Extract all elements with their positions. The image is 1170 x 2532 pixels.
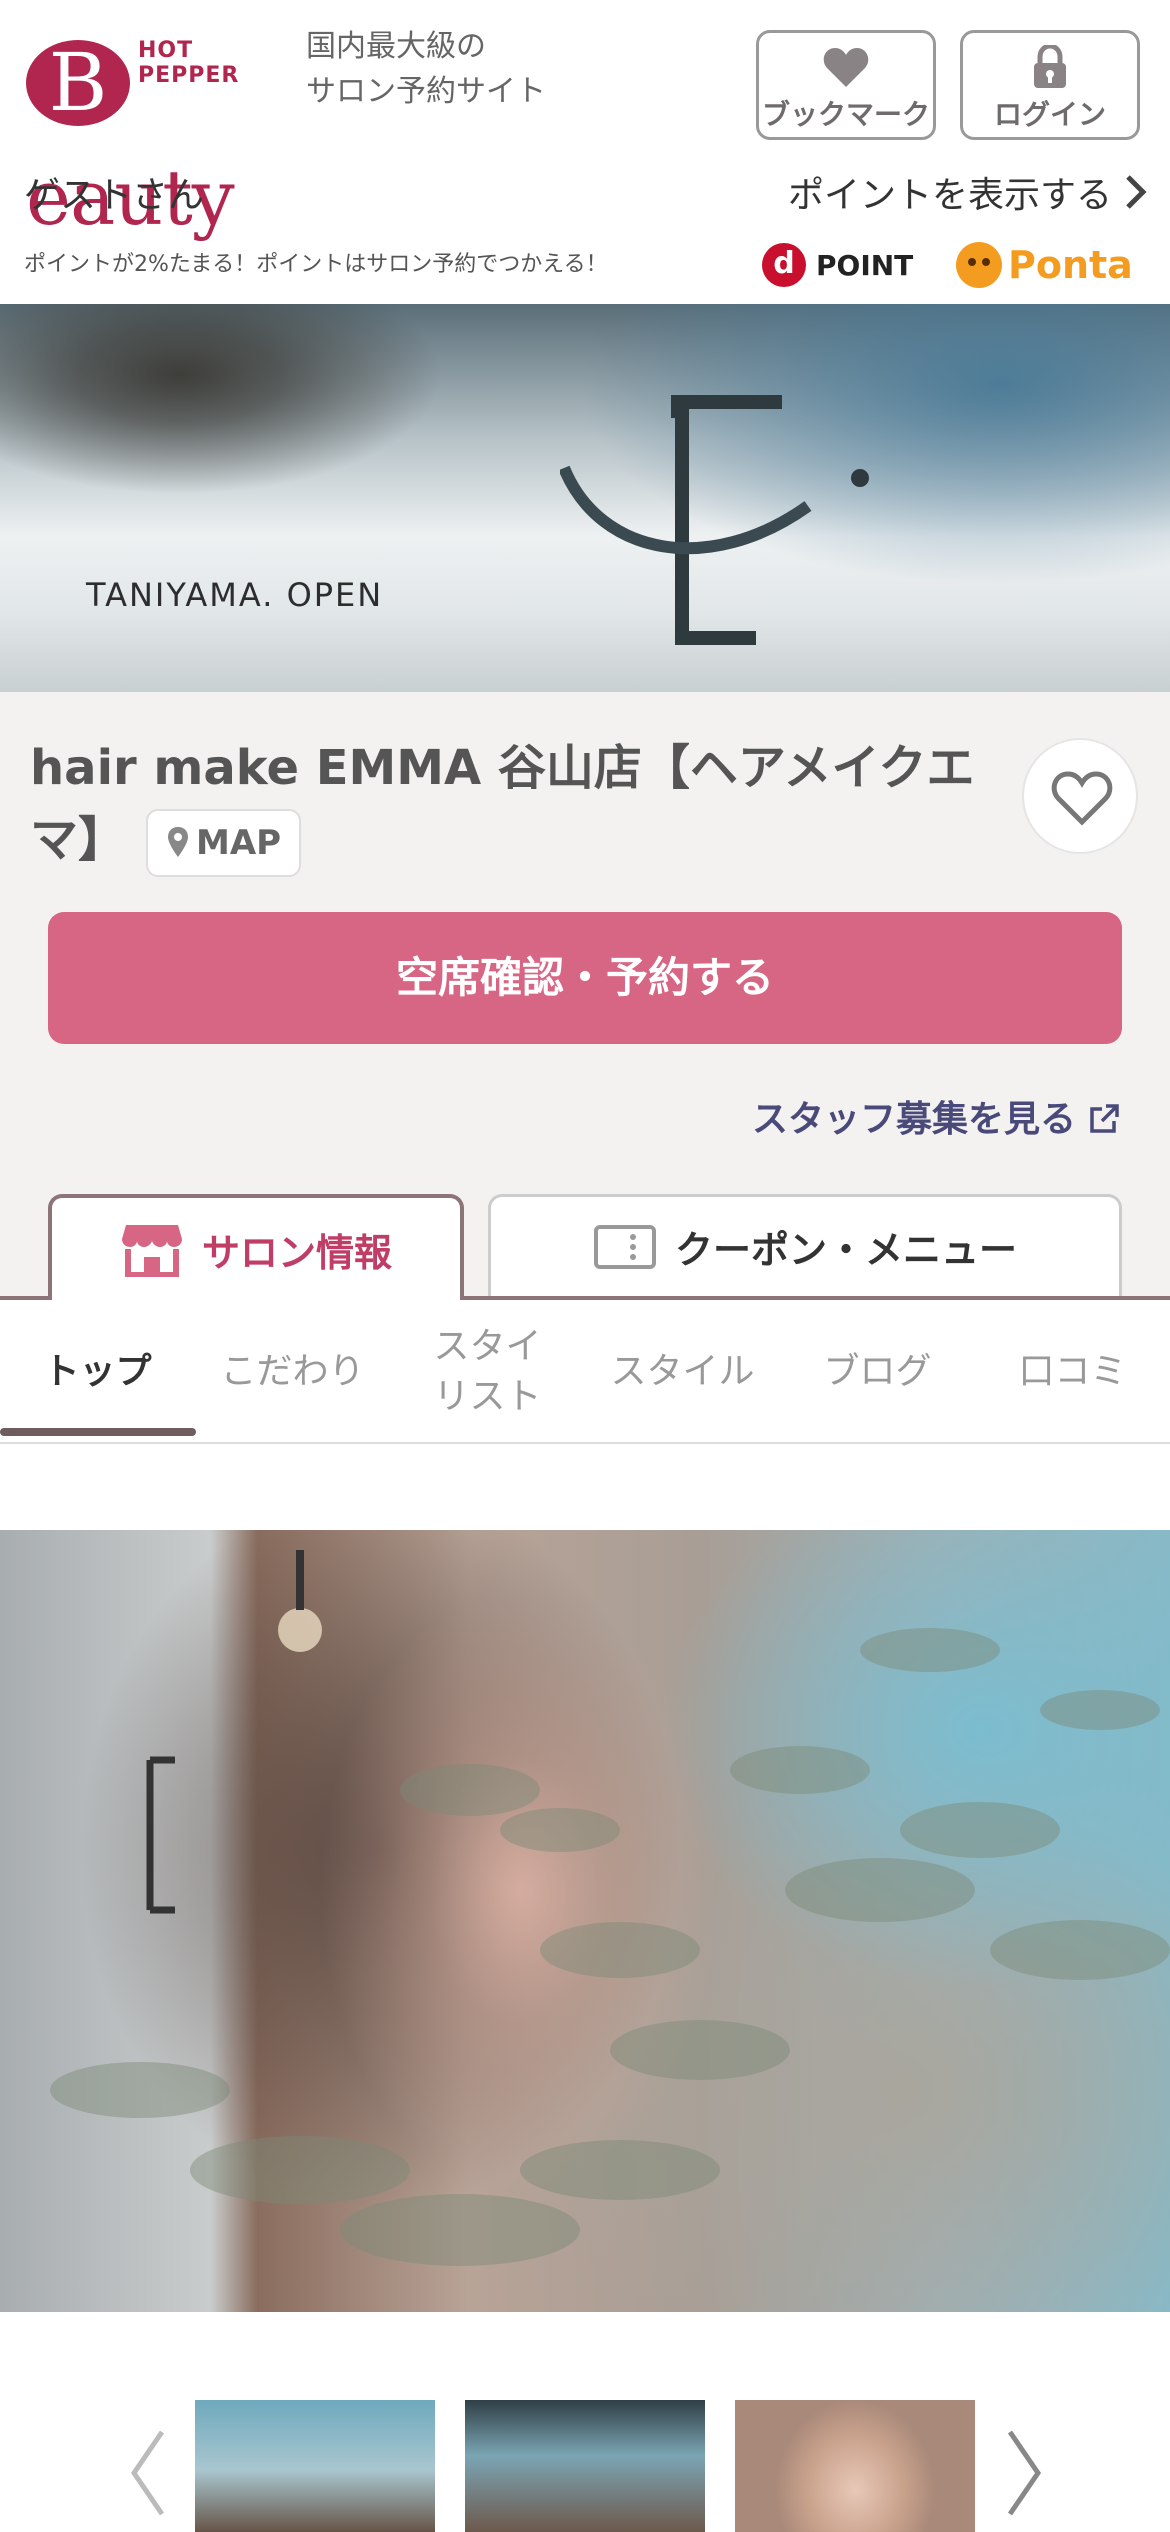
- subnav-stylist-label: スタイリスト: [433, 1326, 542, 1417]
- login-button[interactable]: ログイン: [960, 30, 1140, 140]
- tab-salon-info[interactable]: サロン情報: [48, 1194, 464, 1300]
- bookmark-label: ブックマーク: [761, 98, 930, 131]
- hotpepper-beauty-logo[interactable]: Beauty HOT PEPPER: [26, 34, 296, 242]
- store-icon: [121, 1225, 182, 1277]
- tagline-line-1: 国内最大級の: [306, 29, 486, 64]
- show-points-link[interactable]: ポイントを表示する: [788, 166, 1112, 218]
- chevron-right-icon[interactable]: [1124, 174, 1148, 210]
- photo-gallery-strip: [0, 2372, 1170, 2532]
- guest-greeting: ゲストさん: [24, 175, 205, 216]
- ponta-text: Ponta: [1008, 243, 1133, 287]
- tagline-line-2: サロン予約サイト: [306, 74, 546, 109]
- subnav-blog-label: ブログ: [823, 1351, 932, 1392]
- site-tagline: 国内最大級の サロン予約サイト: [306, 24, 546, 114]
- login-label: ログイン: [993, 98, 1106, 131]
- salon-name-heading: hair make EMMA 谷山店【ヘアメイクエマ】 MAP: [30, 732, 980, 877]
- ponta-face-icon: [956, 242, 1002, 288]
- gallery-thumbnail[interactable]: [465, 2400, 705, 2532]
- map-button[interactable]: MAP: [146, 809, 302, 877]
- points-promo-text: ポイントが2%たまる！ポイントはサロン予約でつかえる！: [24, 252, 608, 277]
- ponta-logo: Ponta: [956, 238, 1133, 292]
- bookmark-button[interactable]: ブックマーク: [756, 30, 936, 140]
- map-label: MAP: [196, 823, 282, 863]
- subnav-active-indicator: [0, 1428, 196, 1436]
- lock-icon: [1034, 45, 1066, 88]
- reserve-button[interactable]: 空席確認・予約する: [48, 912, 1122, 1044]
- staff-recruit-label: スタッフ募集を見る: [751, 1099, 1076, 1140]
- heart-outline-icon: [1051, 771, 1113, 826]
- banner-caption: TANIYAMA. OPEN: [86, 576, 384, 614]
- subnav-top[interactable]: トップ: [0, 1300, 195, 1444]
- salon-subnav: トップ こだわり スタイリスト スタイル ブログ 口コミ: [0, 1300, 1170, 1444]
- chevron-left-icon[interactable]: [128, 2428, 168, 2518]
- subnav-stylist[interactable]: スタイリスト: [390, 1300, 585, 1444]
- dpoint-mark: d: [762, 243, 806, 287]
- map-pin-icon: [168, 827, 189, 857]
- subnav-reviews[interactable]: 口コミ: [975, 1300, 1170, 1444]
- salon-main-photo: [0, 1530, 1170, 2312]
- gallery-thumbnail[interactable]: [195, 2400, 435, 2532]
- user-row: ゲストさん ポイントを表示する: [0, 160, 1170, 220]
- emma-sign-logo: [560, 395, 869, 645]
- subnav-kodawari[interactable]: こだわり: [195, 1300, 390, 1444]
- dpoint-text: POINT: [816, 248, 914, 282]
- coupon-icon: [593, 1224, 656, 1269]
- logo-letter: B: [26, 40, 130, 126]
- tab-coupon-menu[interactable]: クーポン・メニュー: [488, 1194, 1122, 1296]
- logo-hotpepper-text: HOT PEPPER: [138, 38, 240, 88]
- subnav-top-label: トップ: [43, 1351, 152, 1392]
- subnav-kodawari-label: こだわり: [220, 1351, 365, 1392]
- salon-header-section: hair make EMMA 谷山店【ヘアメイクエマ】 MAP 空席確認・予約する…: [0, 692, 1170, 1300]
- gallery-thumbnail[interactable]: [735, 2400, 975, 2532]
- subnav-style[interactable]: スタイル: [585, 1300, 780, 1444]
- favorite-button[interactable]: [1022, 738, 1138, 854]
- foliage-overlay: [50, 1550, 1170, 2266]
- subnav-blog[interactable]: ブログ: [780, 1300, 975, 1444]
- external-link-icon: [1090, 1104, 1119, 1133]
- subnav-style-label: スタイル: [610, 1351, 755, 1392]
- points-promo-row: ポイントが2%たまる！ポイントはサロン予約でつかえる！ d POINT Pont…: [0, 232, 1170, 302]
- staff-recruit-link[interactable]: スタッフ募集を見る: [752, 1090, 1120, 1142]
- chevron-right-icon[interactable]: [1004, 2428, 1044, 2518]
- site-header: Beauty HOT PEPPER 国内最大級の サロン予約サイト ブックマーク…: [0, 0, 1170, 242]
- heart-icon: [823, 48, 869, 87]
- dpoint-logo: d POINT: [762, 240, 913, 290]
- tab-coupon-menu-label: クーポン・メニュー: [674, 1228, 1017, 1272]
- tab-salon-info-label: サロン情報: [201, 1230, 392, 1275]
- salon-banner-image: TANIYAMA. OPEN: [0, 304, 1170, 692]
- subnav-reviews-label: 口コミ: [1018, 1351, 1127, 1392]
